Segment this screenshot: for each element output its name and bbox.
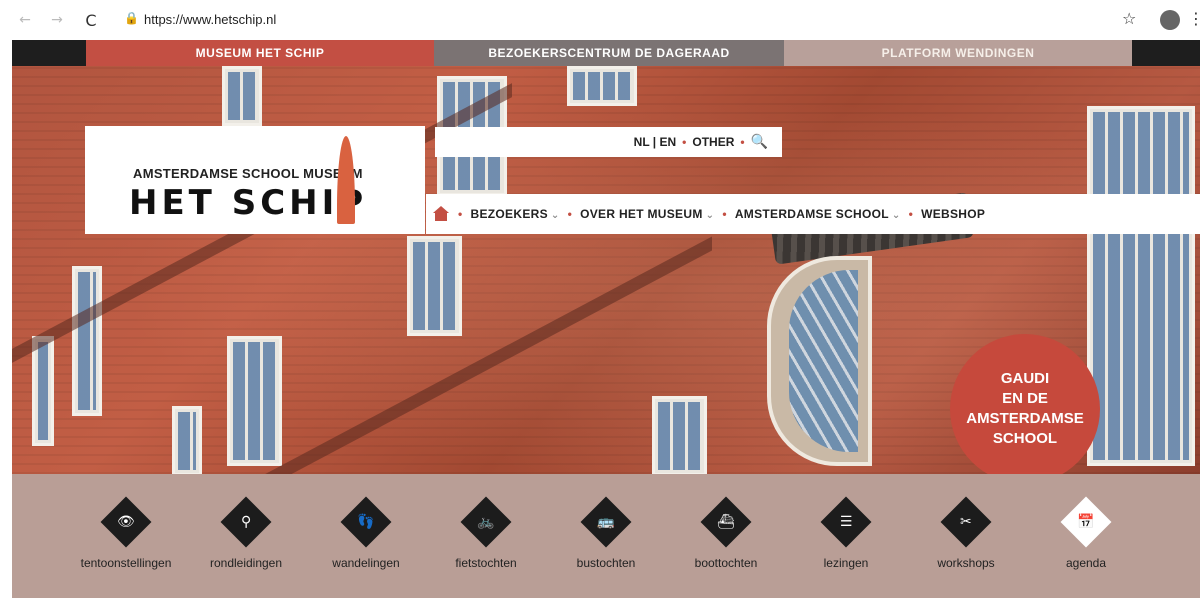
topbar-edge-right [1132,40,1200,66]
site-logo[interactable]: AMSTERDAMSE SCHOOL MUSEUM HET SCHIP [85,126,425,234]
promo-line: EN DE [1002,390,1048,407]
forward-arrow-icon[interactable]: → [46,9,68,31]
bookmark-star-icon[interactable]: ☆ [1122,9,1136,28]
profile-avatar[interactable] [1160,10,1180,30]
main-navigation: • BEZOEKERS ⌄ • OVER HET MUSEUM ⌄ • AMSTER… [426,194,1200,234]
building-window [652,396,707,474]
building-window [407,236,462,336]
tab-platform-wendingen[interactable]: PLATFORM WENDINGEN [784,40,1132,66]
category-fietstochten[interactable]: 🚲 fietstochten [426,474,546,570]
category-label: lezingen [823,556,869,570]
logo-tagline: AMSTERDAMSE SCHOOL MUSEUM [133,166,363,181]
category-label: rondleidingen [209,556,283,570]
reload-icon[interactable]: C [80,9,102,31]
search-icon[interactable]: 🔍 [751,134,768,150]
promo-text: GAUDI EN DE AMSTERDAMSE SCHOOL [966,369,1084,449]
chevron-down-icon: ⌄ [705,210,715,221]
category-label: fietstochten [455,556,517,570]
bus-icon: 🚌 [580,496,632,548]
category-label: wandelingen [332,556,400,570]
calendar-icon: 📅 [1060,496,1112,548]
separator-dot: • [722,207,727,221]
building-window [172,406,202,474]
topbar-edge-left [12,40,86,66]
building-window [72,266,102,416]
address-bar[interactable]: https://www.hetschip.nl [144,12,276,27]
category-boottochten[interactable]: ⛴ boottochten [666,474,786,570]
bicycle-icon: 🚲 [460,496,512,548]
category-bustochten[interactable]: 🚌 bustochten [546,474,666,570]
nav-label: BEZOEKERS [470,207,548,221]
nav-webshop[interactable]: WEBSHOP [921,207,985,221]
footsteps-icon: 👣 [340,496,392,548]
document-icon: ☰ [820,496,872,548]
category-label: tentoonstellingen [80,556,172,570]
promo-line: SCHOOL [992,430,1058,447]
building-window [222,66,262,126]
category-label: bustochten [576,556,636,570]
nav-amsterdamse-school[interactable]: AMSTERDAMSE SCHOOL ⌄ [735,207,901,221]
category-label: boottochten [694,556,758,570]
nav-label: AMSTERDAMSE SCHOOL [734,207,889,221]
building-window [32,336,54,446]
logo-name: HET SCHIP [129,183,368,223]
building-window [1087,106,1195,466]
nav-over-het-museum[interactable]: OVER HET MUSEUM ⌄ [580,207,714,221]
lock-icon[interactable]: 🔒 [124,11,139,25]
category-label: workshops [937,556,995,570]
home-icon[interactable] [432,206,450,222]
category-workshops[interactable]: ✂ workshops [906,474,1026,570]
separator-dot: • [458,207,463,221]
eye-icon: 👁 [100,496,152,548]
category-label: agenda [1065,556,1107,570]
spire-logo-icon [337,136,355,224]
category-tentoonstellingen[interactable]: 👁 tentoonstellingen [66,474,186,570]
category-wandelingen[interactable]: 👣 wandelingen [306,474,426,570]
promo-line: AMSTERDAMSE [966,410,1084,427]
promo-line: GAUDI [1000,370,1050,387]
separator-dot: • [908,207,914,221]
bay-window [767,256,872,466]
separator-dot: • [740,135,745,149]
other-language-link[interactable]: OTHER [692,135,734,149]
browser-toolbar: ← → C 🔒 https://www.hetschip.nl ☆ ⋮ [0,0,1200,40]
category-bar: 👁 tentoonstellingen ⚲ rondleidingen 👣 wa… [12,474,1200,598]
nav-bezoekers[interactable]: BEZOEKERS ⌄ [471,207,560,221]
browser-menu-icon[interactable]: ⋮ [1188,9,1200,28]
promo-badge[interactable]: GAUDI EN DE AMSTERDAMSE SCHOOL [950,334,1100,484]
building-window [227,336,282,466]
separator-dot: • [567,207,573,221]
category-rondleidingen[interactable]: ⚲ rondleidingen [186,474,306,570]
category-agenda[interactable]: 📅 agenda [1026,474,1146,570]
category-lezingen[interactable]: ☰ lezingen [786,474,906,570]
chevron-down-icon: ⌄ [891,210,901,221]
tools-icon: ✂ [940,496,992,548]
tab-museum-het-schip[interactable]: MUSEUM HET SCHIP [86,40,434,66]
language-bar: NL | EN • OTHER • 🔍 [435,127,782,157]
guide-icon: ⚲ [220,496,272,548]
tab-bezoekerscentrum[interactable]: BEZOEKERSCENTRUM DE DAGERAAD [434,40,784,66]
language-switch[interactable]: NL | EN [634,135,676,149]
back-arrow-icon[interactable]: ← [14,9,36,31]
building-window [567,66,637,106]
boat-icon: ⛴ [700,496,752,548]
site-section-bar: MUSEUM HET SCHIP BEZOEKERSCENTRUM DE DAG… [12,40,1200,66]
nav-label: OVER HET MUSEUM [580,207,703,221]
chevron-down-icon: ⌄ [550,210,560,221]
separator-dot: • [682,135,687,149]
